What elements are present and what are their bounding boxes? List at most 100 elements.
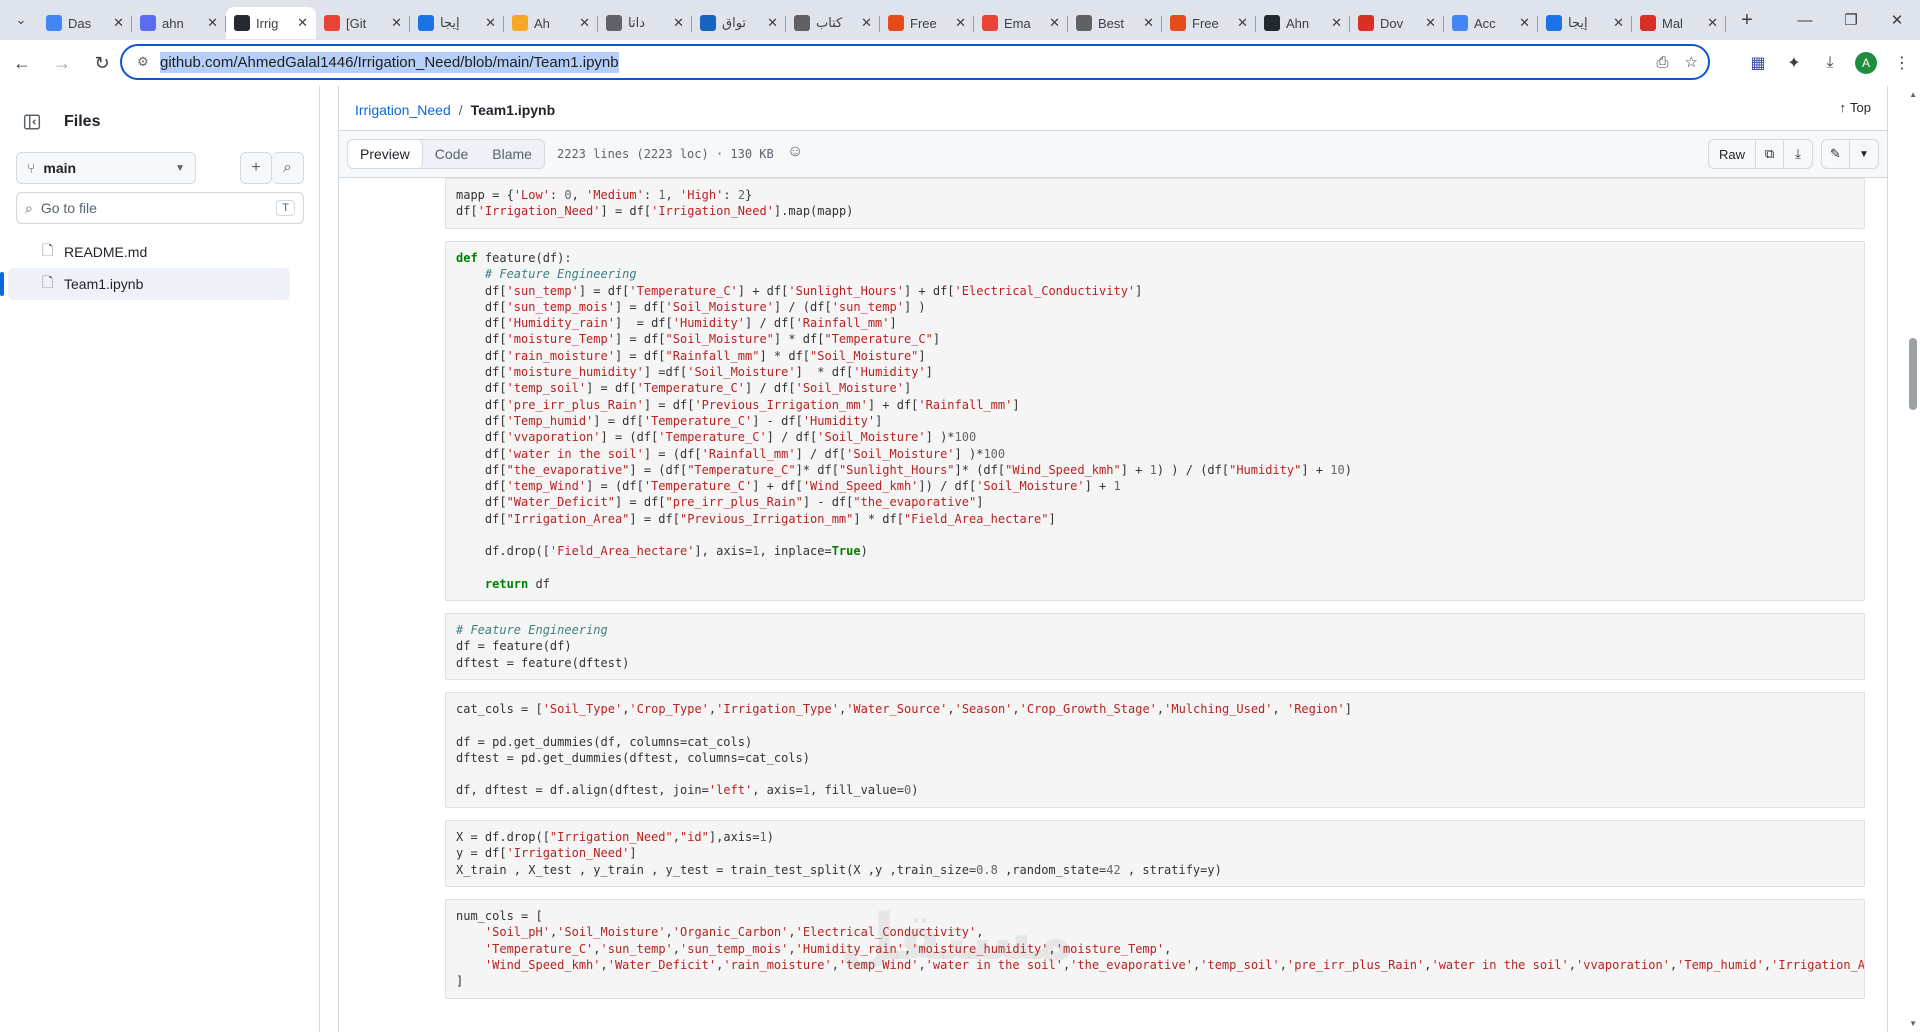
site-settings-icon[interactable]: ⚙ bbox=[128, 54, 158, 70]
install-app-icon[interactable]: ⎙ bbox=[1657, 54, 1669, 71]
collapse-sidebar-button[interactable] bbox=[16, 106, 48, 138]
caret-down-icon: ▼ bbox=[175, 162, 185, 174]
close-tab-icon[interactable]: ✕ bbox=[767, 15, 778, 31]
scroll-up-arrow-icon[interactable]: ▲ bbox=[1909, 90, 1917, 99]
branch-name: main bbox=[43, 160, 77, 176]
forward-button[interactable]: → bbox=[44, 45, 80, 81]
close-tab-icon[interactable]: ✕ bbox=[1143, 15, 1154, 31]
browser-tab[interactable]: Ema ✕ bbox=[974, 7, 1068, 39]
profile-avatar[interactable]: A bbox=[1855, 52, 1877, 74]
browser-tab[interactable]: كتاب ✕ bbox=[786, 7, 880, 39]
close-tab-icon[interactable]: ✕ bbox=[1049, 15, 1060, 31]
tab-title: Ema bbox=[1004, 15, 1031, 31]
browser-tab[interactable]: Best ✕ bbox=[1068, 7, 1162, 39]
close-tab-icon[interactable]: ✕ bbox=[485, 15, 496, 31]
code-block[interactable]: num_cols = [ 'Soil_pH','Soil_Moisture','… bbox=[445, 899, 1865, 999]
browser-tab[interactable]: Irrig ✕ bbox=[226, 7, 316, 39]
tab-search-button[interactable]: ⌄ bbox=[4, 6, 38, 34]
scrollbar-thumb[interactable] bbox=[1909, 338, 1917, 410]
restore-button[interactable]: ❐ bbox=[1828, 0, 1874, 40]
add-file-button[interactable]: + bbox=[240, 152, 272, 184]
close-tab-icon[interactable]: ✕ bbox=[207, 15, 218, 31]
code-line: df['sun_temp'] = df['Temperature_C'] + d… bbox=[456, 283, 1143, 298]
browser-tab[interactable]: Free ✕ bbox=[880, 7, 974, 39]
tab-title: Acc bbox=[1474, 15, 1496, 31]
close-tab-icon[interactable]: ✕ bbox=[1613, 15, 1624, 31]
browser-tab[interactable]: تواق ✕ bbox=[692, 7, 786, 39]
close-tab-icon[interactable]: ✕ bbox=[1519, 15, 1530, 31]
reload-button[interactable]: ↻ bbox=[84, 45, 120, 81]
close-tab-icon[interactable]: ✕ bbox=[1331, 15, 1342, 31]
notebook-cell: In [9]:mapp = {'Low': 0, 'Medium': 1, 'H… bbox=[339, 178, 1887, 229]
close-tab-icon[interactable]: ✕ bbox=[673, 15, 684, 31]
back-to-top-button[interactable]: ↑ Top bbox=[1840, 100, 1871, 115]
browser-tab[interactable]: داتا ✕ bbox=[598, 7, 692, 39]
code-line: X = df.drop(["Irrigation_Need","id"],axi… bbox=[456, 830, 774, 844]
code-line: 'Temperature_C','sun_temp','sun_temp_moi… bbox=[484, 941, 1172, 956]
go-to-file-input[interactable]: ⌕ Go to file T bbox=[16, 192, 304, 224]
close-tab-icon[interactable]: ✕ bbox=[861, 15, 872, 31]
browser-tab[interactable]: Dov ✕ bbox=[1350, 7, 1444, 39]
browser-tab[interactable]: Mal ✕ bbox=[1632, 7, 1726, 39]
code-block[interactable]: def feature(df): # Feature Engineering d… bbox=[445, 241, 1865, 601]
pencil-icon[interactable]: ✎ bbox=[1822, 140, 1850, 168]
code-block[interactable]: # Feature Engineering df = feature(df) dft… bbox=[445, 613, 1865, 680]
kebab-menu-icon[interactable]: ⋮ bbox=[1884, 45, 1920, 81]
extensions-puzzle-icon[interactable]: ✦ bbox=[1776, 45, 1812, 81]
close-tab-icon[interactable]: ✕ bbox=[391, 15, 402, 31]
code-line: # Feature Engineering bbox=[456, 623, 608, 637]
page-scrollbar[interactable]: ▲ ▼ bbox=[1904, 86, 1920, 1032]
breadcrumb-repo-link[interactable]: Irrigation_Need bbox=[355, 102, 451, 118]
browser-tab[interactable]: Ahn ✕ bbox=[1256, 7, 1350, 39]
code-block[interactable]: cat_cols = ['Soil_Type','Crop_Type','Irr… bbox=[445, 692, 1865, 808]
back-button[interactable]: ← bbox=[4, 45, 40, 81]
search-files-button[interactable]: ⌕ bbox=[272, 152, 304, 184]
scroll-down-arrow-icon[interactable]: ▼ bbox=[1909, 1019, 1917, 1028]
browser-tab[interactable]: Acc ✕ bbox=[1444, 7, 1538, 39]
copilot-icon[interactable]: ☺ bbox=[787, 143, 803, 161]
browser-tab[interactable]: Ah ✕ bbox=[504, 7, 598, 39]
browser-tab[interactable]: Free ✕ bbox=[1162, 7, 1256, 39]
browser-tab[interactable]: Das ✕ bbox=[38, 7, 132, 39]
chevron-down-icon[interactable]: ▼ bbox=[1850, 140, 1878, 168]
new-tab-button[interactable]: + bbox=[1732, 6, 1762, 34]
tab-code[interactable]: Code bbox=[423, 140, 480, 168]
raw-button[interactable]: Raw bbox=[1709, 140, 1756, 168]
close-window-button[interactable]: ✕ bbox=[1874, 0, 1920, 40]
tab-favicon-icon bbox=[324, 15, 340, 31]
address-bar[interactable]: ⚙ github.com/AhmedGalal1446/Irrigation_N… bbox=[120, 44, 1710, 80]
copy-icon[interactable]: ⧉ bbox=[1756, 140, 1784, 168]
tab-blame[interactable]: Blame bbox=[480, 140, 544, 168]
browser-tab[interactable]: ahn ✕ bbox=[132, 7, 226, 39]
browser-toolbar: ← → ↻ ⚙ github.com/AhmedGalal1446/Irriga… bbox=[0, 40, 1920, 86]
download-icon[interactable]: ⤓ bbox=[1812, 45, 1848, 81]
close-tab-icon[interactable]: ✕ bbox=[113, 15, 124, 31]
code-line: num_cols = [ bbox=[456, 909, 543, 923]
browser-tab[interactable]: إيجا ✕ bbox=[410, 7, 504, 39]
extension-icon[interactable]: ▦ bbox=[1740, 45, 1776, 81]
browser-tab[interactable]: إيجا ✕ bbox=[1538, 7, 1632, 39]
code-block[interactable]: X = df.drop(["Irrigation_Need","id"],axi… bbox=[445, 820, 1865, 887]
url-text[interactable]: github.com/AhmedGalal1446/Irrigation_Nee… bbox=[160, 51, 619, 73]
arrow-up-icon: ↑ bbox=[1839, 100, 1847, 115]
file-tree-item[interactable]: 🗋 README.md bbox=[8, 236, 290, 268]
close-tab-icon[interactable]: ✕ bbox=[1237, 15, 1248, 31]
close-tab-icon[interactable]: ✕ bbox=[579, 15, 590, 31]
tab-preview[interactable]: Preview bbox=[348, 140, 423, 168]
download-icon[interactable]: ⤓ bbox=[1784, 140, 1812, 168]
close-tab-icon[interactable]: ✕ bbox=[1707, 15, 1718, 31]
code-block[interactable]: mapp = {'Low': 0, 'Medium': 1, 'High': 2… bbox=[445, 178, 1865, 229]
tab-title: ahn bbox=[162, 15, 184, 31]
browser-tab[interactable]: [Git ✕ bbox=[316, 7, 410, 39]
close-tab-icon[interactable]: ✕ bbox=[955, 15, 966, 31]
minimize-button[interactable]: — bbox=[1782, 0, 1828, 40]
breadcrumb-current-file: Team1.ipynb bbox=[470, 102, 556, 118]
tab-title: Irrig bbox=[256, 15, 279, 31]
branch-selector[interactable]: ⑂ main ▼ bbox=[16, 152, 196, 184]
close-tab-icon[interactable]: ✕ bbox=[297, 15, 308, 31]
bookmark-star-icon[interactable]: ☆ bbox=[1685, 53, 1698, 71]
file-tree-item[interactable]: 🗋 Team1.ipynb bbox=[0, 268, 290, 300]
tab-favicon-icon bbox=[1264, 15, 1280, 31]
close-tab-icon[interactable]: ✕ bbox=[1425, 15, 1436, 31]
